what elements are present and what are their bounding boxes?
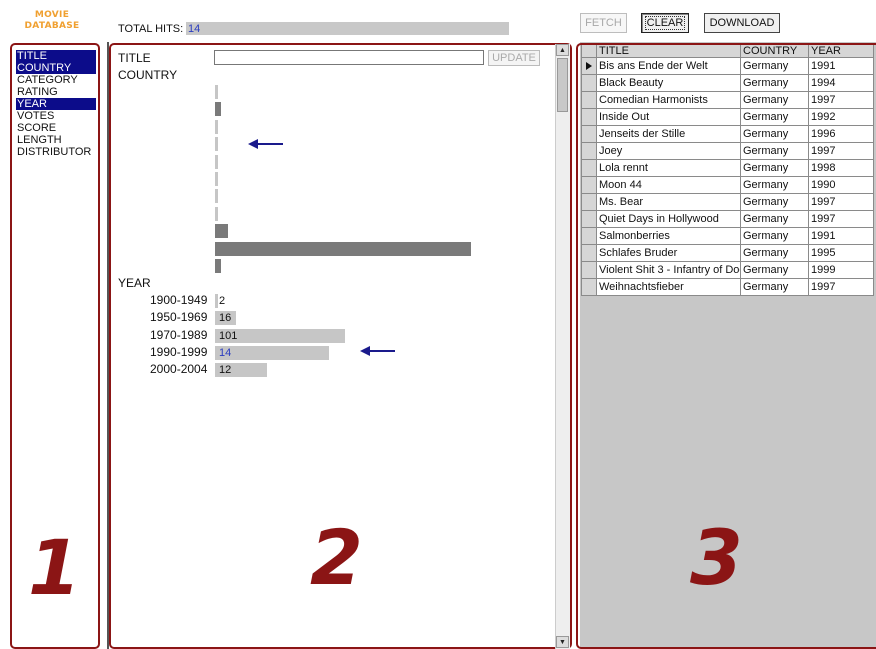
logo-line-2: DATABASE: [24, 21, 80, 31]
fetch-label: FETCH: [585, 17, 622, 29]
year-count: 14: [219, 346, 232, 359]
year-label[interactable]: 1900-1949: [150, 293, 207, 307]
total-hits-value: 14: [188, 23, 201, 35]
year-count: 101: [219, 329, 238, 342]
field-item[interactable]: LENGTH: [16, 134, 96, 146]
panel-3-number: 3: [690, 513, 743, 602]
country-bar[interactable]: [215, 172, 218, 186]
update-button[interactable]: UPDATE: [488, 50, 540, 66]
field-item[interactable]: COUNTRY: [16, 62, 96, 74]
field-list: TITLE COUNTRY CATEGORY RATING YEAR VOTES SCORE…: [16, 50, 96, 158]
country-bar[interactable]: [215, 241, 471, 256]
fetch-button[interactable]: FETCH: [580, 13, 627, 33]
scrollbar-thumb[interactable]: [557, 58, 568, 112]
country-bar[interactable]: [215, 259, 221, 273]
logo-line-1: MOVIE: [34, 10, 70, 20]
year-label[interactable]: 1990-1999: [150, 345, 207, 359]
field-item[interactable]: YEAR: [16, 98, 96, 110]
country-bar[interactable]: [215, 224, 228, 239]
year-bar[interactable]: [215, 294, 218, 308]
field-item[interactable]: CATEGORY: [16, 74, 96, 86]
total-hits-bar: [186, 22, 509, 35]
clear-button[interactable]: CLEAR: [641, 13, 689, 33]
year-label[interactable]: 2000-2004: [150, 362, 207, 376]
left-arrow-icon: [248, 139, 283, 149]
year-count: 2: [219, 295, 226, 307]
country-bar[interactable]: [215, 206, 218, 221]
app-logo: MOVIE DATABASE: [22, 10, 82, 32]
field-item[interactable]: TITLE: [16, 50, 96, 62]
panel-1-number: 1: [28, 523, 81, 612]
country-bar[interactable]: [215, 85, 218, 99]
field-item[interactable]: SCORE: [16, 122, 96, 134]
country-bar[interactable]: [215, 102, 221, 117]
scroll-down-icon[interactable]: ▼: [556, 636, 569, 648]
title-heading: TITLE: [118, 51, 151, 65]
vertical-scrollbar[interactable]: [555, 44, 570, 649]
year-heading: YEAR: [118, 276, 151, 290]
field-item[interactable]: DISTRIBUTOR: [16, 146, 96, 158]
field-item[interactable]: RATING: [16, 86, 96, 98]
download-button[interactable]: DOWNLOAD: [704, 13, 780, 33]
year-count: 16: [219, 312, 232, 325]
year-label[interactable]: 1950-1969: [150, 310, 207, 324]
clear-label: CLEAR: [644, 16, 686, 30]
scroll-up-icon[interactable]: ▲: [556, 44, 569, 56]
country-bar[interactable]: [215, 189, 218, 204]
title-search-input[interactable]: [214, 50, 484, 65]
total-hits-label: TOTAL HITS:: [118, 23, 184, 35]
year-bar[interactable]: [215, 345, 329, 360]
country-bar[interactable]: [215, 137, 218, 152]
panel-2-number: 2: [310, 513, 363, 602]
field-item[interactable]: VOTES: [16, 110, 96, 122]
year-count: 12: [219, 364, 232, 377]
download-label: DOWNLOAD: [709, 17, 775, 29]
country-heading: COUNTRY: [118, 68, 178, 82]
year-label[interactable]: 1970-1989: [150, 328, 207, 342]
country-bar[interactable]: [215, 154, 218, 169]
country-bar[interactable]: [215, 119, 218, 134]
left-arrow-icon: [360, 346, 395, 356]
